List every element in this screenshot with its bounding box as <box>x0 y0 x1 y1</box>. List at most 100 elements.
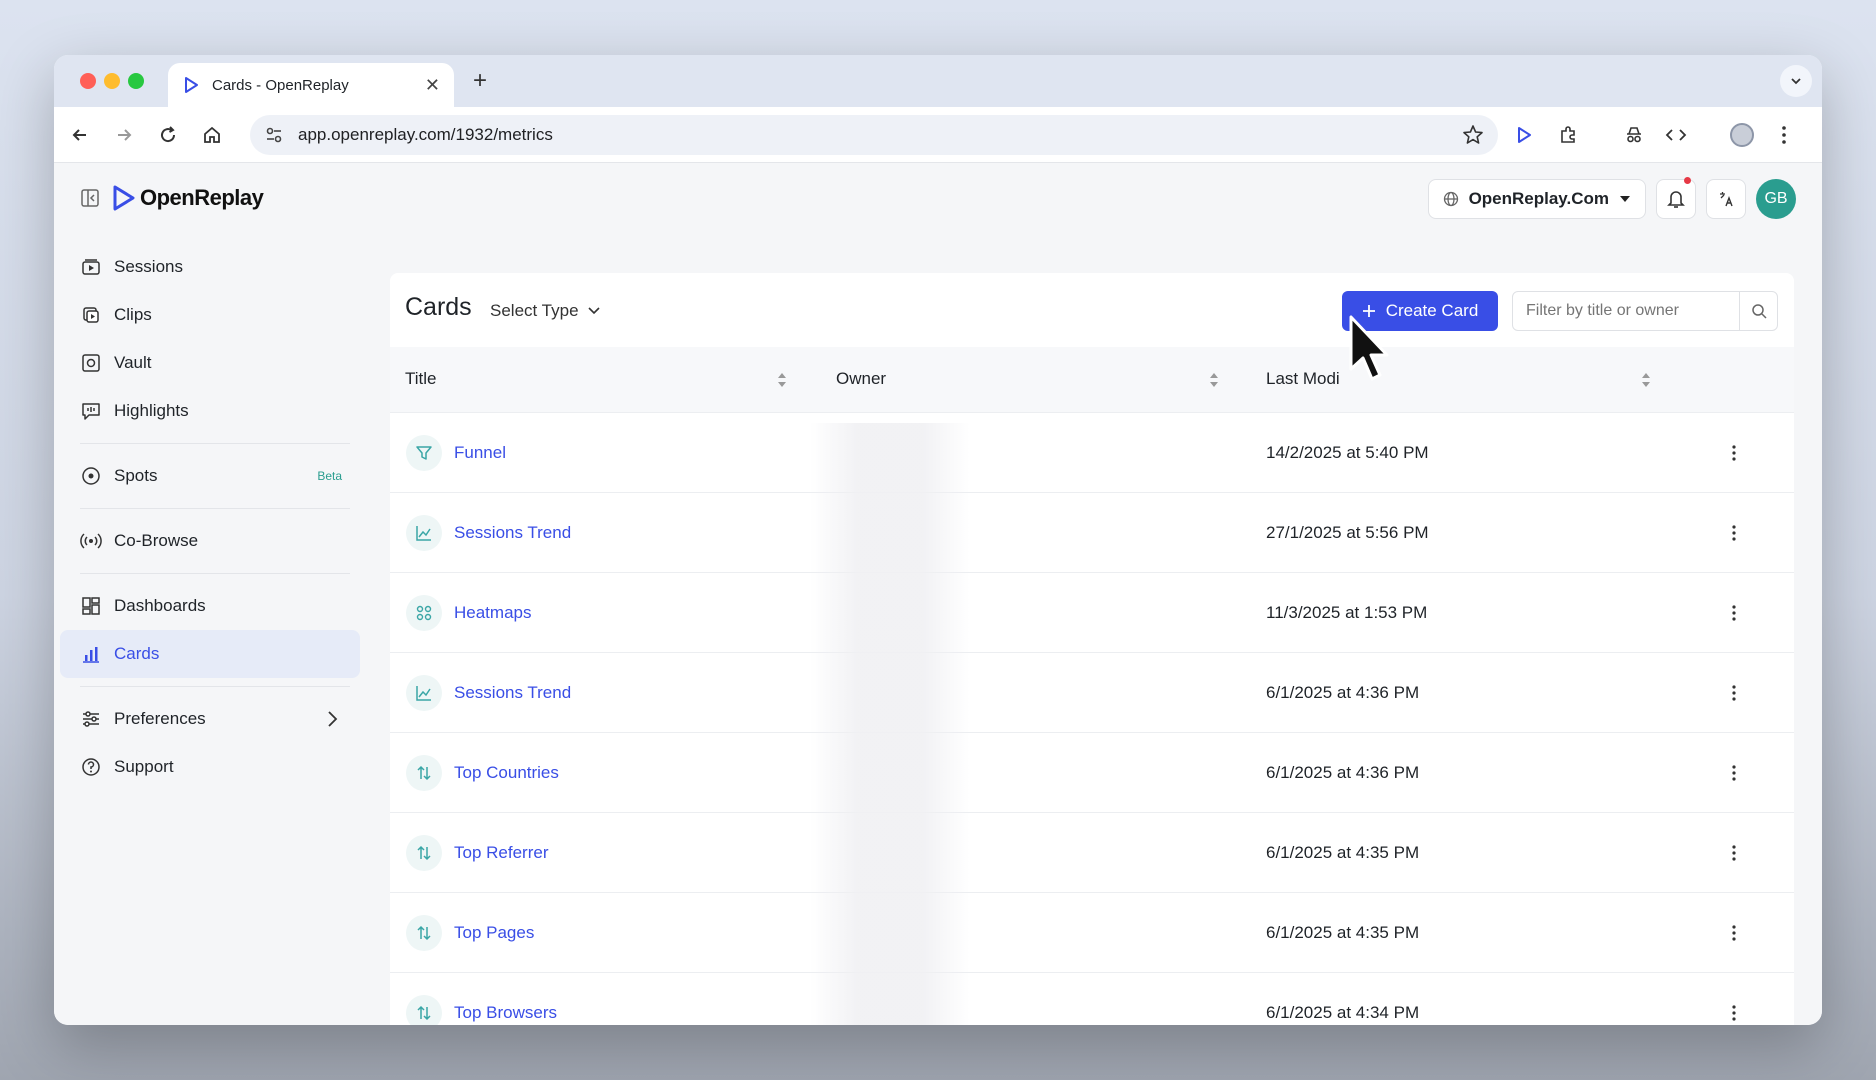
sliders-icon <box>80 708 102 730</box>
kebab-menu-icon <box>1732 445 1736 461</box>
card-title-link[interactable]: Sessions Trend <box>454 523 571 543</box>
card-last-modified: 11/3/2025 at 1:53 PM <box>1266 603 1428 622</box>
table-row[interactable]: Sessions Trend 27/1/2025 at 5:56 PM <box>390 493 1794 573</box>
extensions-button[interactable] <box>1554 121 1582 149</box>
search-button[interactable] <box>1739 292 1777 330</box>
bar-chart-icon <box>80 643 102 665</box>
row-menu-button[interactable] <box>1720 759 1748 787</box>
column-header-last-modified[interactable]: Last Modi <box>1266 369 1340 389</box>
sidebar-item-vault[interactable]: Vault <box>60 339 360 387</box>
tab-bar: Cards - OpenReplay ✕ + <box>54 55 1822 107</box>
card-title-link[interactable]: Top Browsers <box>454 1003 557 1023</box>
heatmap-icon <box>406 595 442 631</box>
card-title-link[interactable]: Funnel <box>454 443 506 463</box>
browser-menu-button[interactable] <box>1770 121 1798 149</box>
sidebar-item-support[interactable]: Support <box>60 743 360 791</box>
sidebar-item-clips[interactable]: Clips <box>60 291 360 339</box>
sidebar-item-spots[interactable]: Spots Beta <box>60 452 360 500</box>
row-menu-button[interactable] <box>1720 439 1748 467</box>
notifications-button[interactable] <box>1656 177 1696 219</box>
sort-icon[interactable] <box>776 371 788 389</box>
maximize-window-button[interactable] <box>128 73 144 89</box>
card-last-modified: 6/1/2025 at 4:34 PM <box>1266 1003 1420 1022</box>
tab-title: Cards - OpenReplay <box>212 76 349 94</box>
reload-button[interactable] <box>154 121 182 149</box>
bookmark-star-icon[interactable] <box>1462 124 1484 146</box>
sidebar-item-co-browse[interactable]: Co-Browse <box>60 517 360 565</box>
card-title-link[interactable]: Sessions Trend <box>454 683 571 703</box>
project-selector[interactable]: OpenReplay.Com <box>1427 179 1646 219</box>
column-header-title[interactable]: Title <box>405 369 437 389</box>
row-menu-button[interactable] <box>1720 679 1748 707</box>
logo-text: OpenReplay <box>140 185 264 210</box>
card-title-link[interactable]: Top Referrer <box>454 843 548 863</box>
mouse-cursor-icon <box>1349 315 1389 381</box>
project-name: OpenReplay.Com <box>1468 189 1609 208</box>
arrow-left-icon <box>72 129 86 141</box>
select-type-dropdown[interactable]: Select Type <box>490 301 601 321</box>
sidebar-collapse-icon[interactable] <box>80 188 100 208</box>
funnel-icon <box>406 435 442 471</box>
tab-close-icon[interactable]: ✕ <box>425 75 440 96</box>
kebab-menu-icon <box>1732 765 1736 781</box>
openreplay-extension-button[interactable] <box>1510 121 1538 149</box>
row-menu-button[interactable] <box>1720 919 1748 947</box>
sidebar-item-highlights[interactable]: Highlights <box>60 387 360 435</box>
select-type-label: Select Type <box>490 301 579 320</box>
incognito-button[interactable] <box>1620 121 1648 149</box>
sidebar-item-cards[interactable]: Cards <box>60 630 360 678</box>
site-settings-icon[interactable] <box>264 125 284 145</box>
help-icon <box>80 756 102 778</box>
new-tab-button[interactable]: + <box>466 67 494 95</box>
browser-tab[interactable]: Cards - OpenReplay ✕ <box>168 63 454 107</box>
kebab-menu-icon <box>1782 126 1786 144</box>
back-button[interactable] <box>66 121 94 149</box>
bell-icon <box>1667 191 1685 208</box>
home-button[interactable] <box>198 121 226 149</box>
chevron-down-icon <box>1791 78 1801 85</box>
sidebar-item-label: Sessions <box>114 257 183 276</box>
row-menu-button[interactable] <box>1720 999 1748 1025</box>
row-menu-button[interactable] <box>1720 599 1748 627</box>
table-row[interactable]: Funnel 14/2/2025 at 5:40 PM <box>390 413 1794 493</box>
owner-column-redaction <box>810 423 970 1025</box>
minimize-window-button[interactable] <box>104 73 120 89</box>
card-title-link[interactable]: Heatmaps <box>454 603 531 623</box>
sidebar-item-preferences[interactable]: Preferences <box>60 695 360 743</box>
table-header: Title Owner Last Modi <box>390 347 1794 413</box>
broadcast-icon <box>80 530 102 552</box>
sort-icon[interactable] <box>1208 371 1220 389</box>
card-title-link[interactable]: Top Pages <box>454 923 534 943</box>
table-row[interactable]: Top Referrer 6/1/2025 at 4:35 PM <box>390 813 1794 893</box>
sidebar-item-sessions[interactable]: Sessions <box>60 243 360 291</box>
browser-window: Cards - OpenReplay ✕ + app.openreplay.co… <box>54 55 1822 1025</box>
row-menu-button[interactable] <box>1720 839 1748 867</box>
sort-icon[interactable] <box>1640 371 1652 389</box>
user-avatar[interactable]: GB <box>1756 179 1796 219</box>
filter-input[interactable] <box>1513 292 1739 330</box>
sidebar-item-label: Support <box>114 757 174 776</box>
puzzle-icon <box>1561 126 1575 143</box>
close-window-button[interactable] <box>80 73 96 89</box>
kebab-menu-icon <box>1732 1005 1736 1021</box>
table-row[interactable]: Sessions Trend 6/1/2025 at 4:36 PM <box>390 653 1794 733</box>
sidebar-item-dashboards[interactable]: Dashboards <box>60 582 360 630</box>
kebab-menu-icon <box>1732 605 1736 621</box>
forward-button[interactable] <box>110 121 138 149</box>
profile-button[interactable] <box>1728 121 1756 149</box>
table-row[interactable]: Top Pages 6/1/2025 at 4:35 PM <box>390 893 1794 973</box>
table-row[interactable]: Top Countries 6/1/2025 at 4:36 PM <box>390 733 1794 813</box>
globe-icon <box>1443 191 1458 207</box>
column-header-owner[interactable]: Owner <box>836 369 886 389</box>
language-button[interactable] <box>1706 179 1746 219</box>
card-title-link[interactable]: Top Countries <box>454 763 559 783</box>
address-bar[interactable]: app.openreplay.com/1932/metrics <box>250 115 1498 155</box>
table-row[interactable]: Heatmaps 11/3/2025 at 1:53 PM <box>390 573 1794 653</box>
row-menu-button[interactable] <box>1720 519 1748 547</box>
tab-search-button[interactable] <box>1780 65 1812 97</box>
table-row[interactable]: Top Browsers 6/1/2025 at 4:34 PM <box>390 973 1794 1025</box>
sidebar-item-label: Cards <box>114 644 160 663</box>
app-logo[interactable]: OpenReplay <box>80 185 264 211</box>
devtools-button[interactable] <box>1662 121 1690 149</box>
sort-arrows-icon <box>406 755 442 791</box>
